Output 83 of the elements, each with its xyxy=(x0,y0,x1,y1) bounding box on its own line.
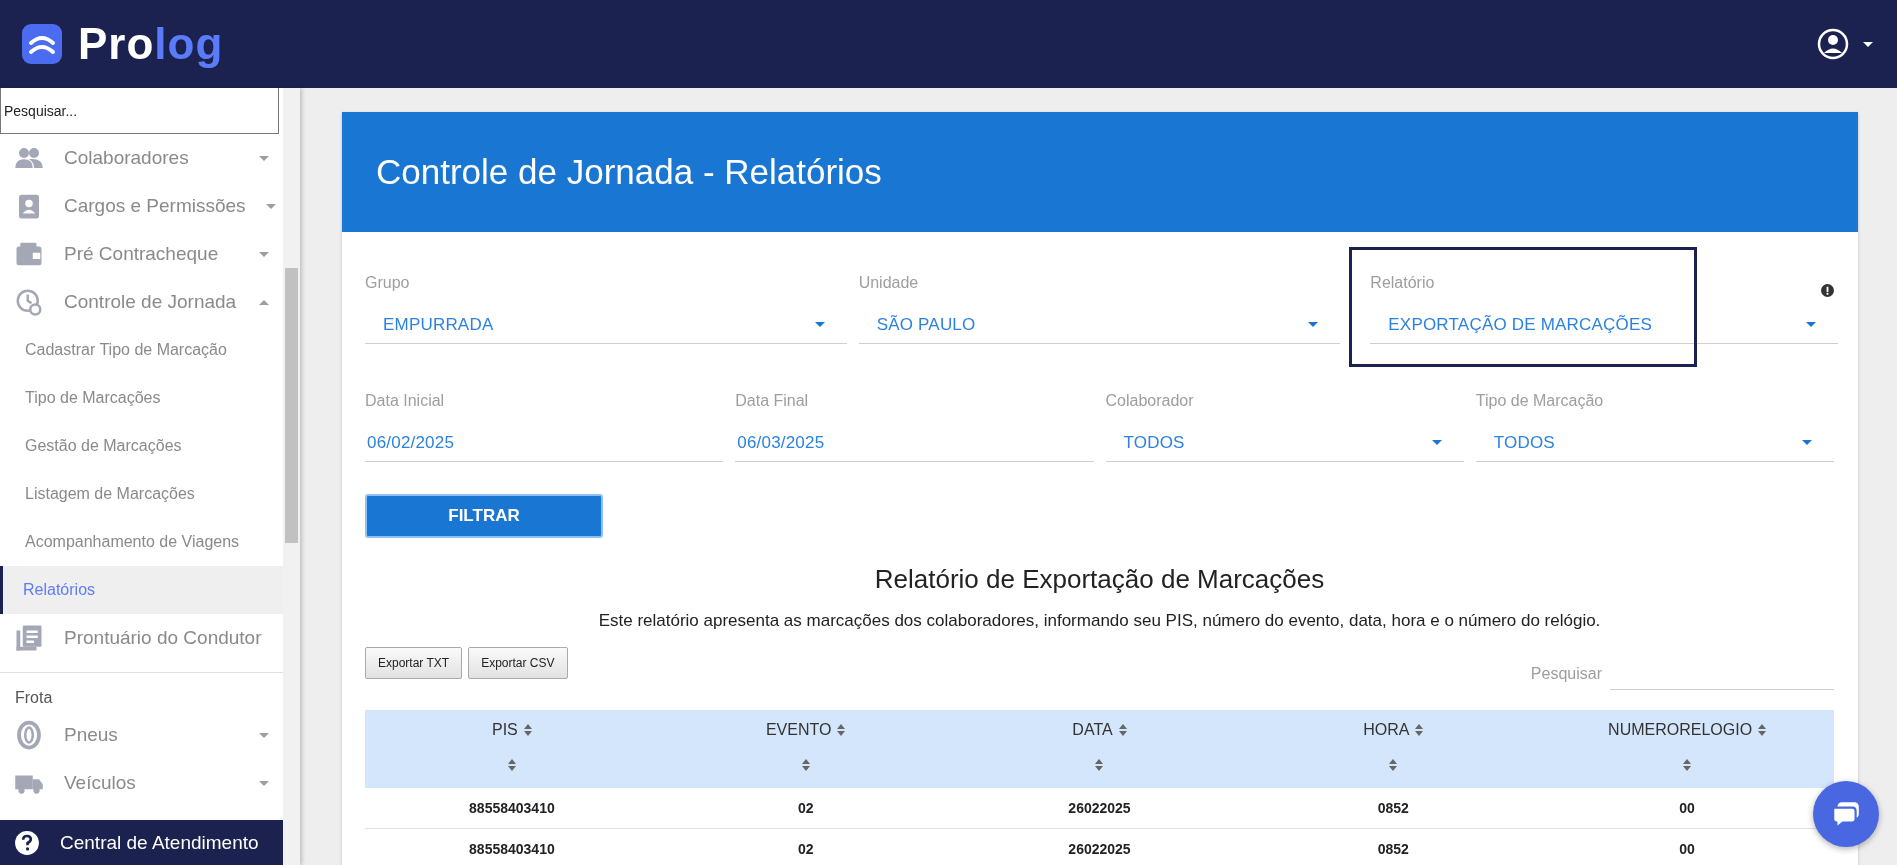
export-button[interactable]: Exportar TXT xyxy=(365,647,463,679)
menu-item[interactable]: Colaboradores xyxy=(0,134,283,182)
search-label: Pesquisar xyxy=(1530,664,1602,683)
field-label: Unidade xyxy=(858,274,919,292)
sort-icon[interactable] xyxy=(1683,759,1692,771)
date-field[interactable]: 06/03/2025 xyxy=(735,424,1094,462)
field-label: Relatório xyxy=(1370,274,1435,292)
dropdown-caret-icon xyxy=(814,322,825,327)
sort-icon xyxy=(1758,724,1767,736)
menu-item[interactable]: Veículos xyxy=(0,759,283,807)
info-icon[interactable] xyxy=(1821,284,1834,297)
dropdown-caret-icon xyxy=(1806,322,1816,327)
table-cell: 00 xyxy=(1679,841,1695,857)
scrollbar[interactable] xyxy=(283,88,300,865)
help-icon xyxy=(14,829,40,856)
sort-icon[interactable] xyxy=(507,759,516,771)
submenu-item[interactable]: Cadastrar Tipo de Marcação xyxy=(0,326,283,374)
table-cell: 02 xyxy=(797,800,814,816)
caret-icon xyxy=(259,251,269,257)
section-label: Frota xyxy=(14,688,54,708)
menu-item[interactable]: Pré Contracheque xyxy=(0,230,283,278)
sort-icon xyxy=(1415,724,1424,736)
caret-icon xyxy=(259,732,269,738)
field-label: Data Inicial xyxy=(365,392,445,410)
field-label: Data Final xyxy=(735,392,809,410)
menu-item[interactable]: Prontuário do Condutor xyxy=(0,614,283,662)
export-button[interactable]: Exportar CSV xyxy=(468,647,568,679)
table-cell: 02 xyxy=(797,841,814,857)
column-header[interactable]: DATA xyxy=(1072,721,1127,739)
table-cell: 26022025 xyxy=(1068,800,1131,816)
submenu-item[interactable]: Gestão de Marcações xyxy=(0,422,283,470)
caret-icon[interactable] xyxy=(1863,41,1873,47)
logo-icon xyxy=(22,24,62,64)
field-label: Tipo de Marcação xyxy=(1475,392,1604,410)
table-cell: 88558403410 xyxy=(469,841,555,857)
user-avatar-icon[interactable] xyxy=(1817,28,1849,60)
submenu-item[interactable]: Relatórios xyxy=(0,566,283,614)
select-field[interactable]: EXPORTAÇÃO DE MARCAÇÕES xyxy=(1370,306,1838,344)
date-field[interactable]: 06/02/2025 xyxy=(365,424,724,462)
table-cell: 0852 xyxy=(1377,800,1409,816)
logo-text: Prolog xyxy=(78,19,224,69)
filter-button[interactable]: FILTRAR xyxy=(365,494,603,538)
caret-icon xyxy=(259,299,269,305)
column-header[interactable]: EVENTO xyxy=(765,721,846,739)
submenu-item[interactable]: Acompanhamento de Viagens xyxy=(0,518,283,566)
sort-icon xyxy=(1118,724,1127,736)
page-title: Controle de Jornada - Relatórios xyxy=(376,152,882,192)
caret-icon xyxy=(259,155,269,161)
dropdown-caret-icon xyxy=(1431,440,1442,445)
field-label: Grupo xyxy=(365,274,410,292)
table-cell: 26022025 xyxy=(1068,841,1131,857)
field-label: Colaborador xyxy=(1105,392,1194,410)
caret-icon xyxy=(259,780,269,786)
document-icon xyxy=(14,623,44,653)
menu-item[interactable]: Pneus xyxy=(0,711,283,759)
report-description: Este relatório apresenta as marcações dos colaboradores, informando seu PIS, número do evento, data, hora e o número do relógio. xyxy=(597,611,1602,631)
column-header[interactable]: NUMERORELOGIO xyxy=(1608,721,1767,739)
select-field[interactable]: EMPURRADA xyxy=(365,306,847,344)
sort-icon[interactable] xyxy=(1095,759,1104,771)
clock-icon xyxy=(14,287,44,317)
sort-icon xyxy=(523,724,532,736)
table-cell: 88558403410 xyxy=(469,800,555,816)
dropdown-caret-icon xyxy=(1308,322,1319,327)
menu-item[interactable]: Cargos e Permissões xyxy=(0,182,283,230)
column-header[interactable]: HORA xyxy=(1363,721,1424,739)
select-field[interactable]: TODOS xyxy=(1105,424,1464,462)
table-cell: 0852 xyxy=(1377,841,1409,857)
column-header[interactable]: PIS xyxy=(492,721,532,739)
tire-icon xyxy=(14,720,44,750)
help-button[interactable]: Central de Atendimento xyxy=(0,820,283,865)
select-field[interactable]: SÃO PAULO xyxy=(858,306,1341,344)
sort-icon xyxy=(837,724,846,736)
submenu-item[interactable]: Listagem de Marcações xyxy=(0,470,283,518)
sort-icon[interactable] xyxy=(1389,759,1398,771)
sort-icon[interactable] xyxy=(801,759,810,771)
report-title: Relatório de Exportação de Marcações xyxy=(873,564,1326,595)
dropdown-caret-icon xyxy=(1802,440,1812,445)
caret-icon xyxy=(265,203,276,209)
submenu-item[interactable]: Tipo de Marcações xyxy=(0,374,283,422)
search-field[interactable]: Pesquisar... xyxy=(0,88,279,134)
select-field[interactable]: TODOS xyxy=(1475,424,1834,462)
table-cell: 00 xyxy=(1679,800,1695,816)
menu-item[interactable]: Controle de Jornada xyxy=(0,278,283,326)
